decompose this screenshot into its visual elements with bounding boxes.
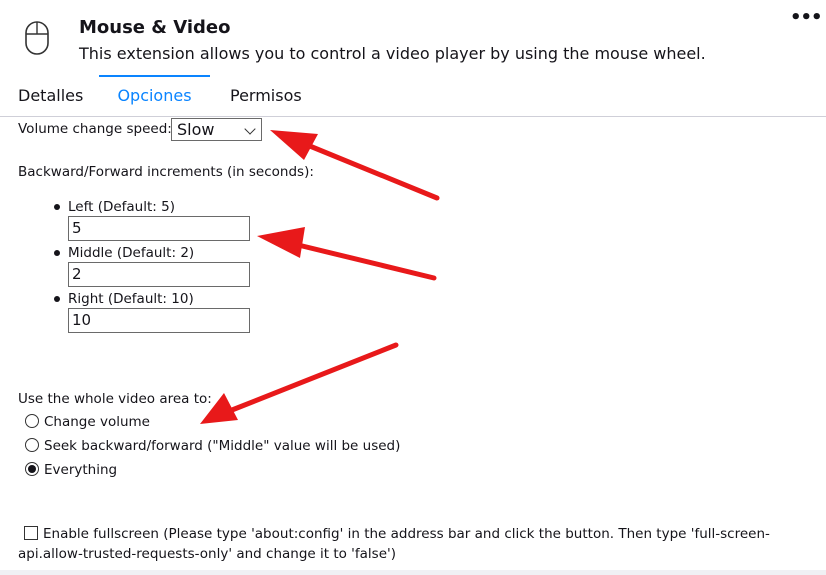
increment-right-label: Right (Default: 10) (68, 291, 194, 307)
radio-everything[interactable] (25, 462, 39, 476)
extension-description: This extension allows you to control a v… (79, 44, 706, 63)
increment-middle-label: Middle (Default: 2) (68, 245, 195, 261)
options-panel: Volume change speed: Slow Backward/Forwa… (0, 118, 826, 575)
radio-seek-label: Seek backward/forward ("Middle" value wi… (44, 438, 401, 454)
radio-seek[interactable] (25, 438, 39, 452)
increments-label: Backward/Forward increments (in seconds)… (18, 164, 314, 180)
bottom-bar (0, 570, 826, 575)
fullscreen-checkbox[interactable] (24, 526, 38, 540)
tab-options[interactable]: Opciones (99, 75, 210, 116)
extension-title: Mouse & Video (79, 17, 231, 38)
chevron-down-icon (244, 123, 256, 135)
radio-change-volume-label: Change volume (44, 414, 150, 430)
tab-permissions[interactable]: Permisos (230, 75, 302, 116)
bullet-icon (54, 296, 60, 302)
tab-details[interactable]: Detalles (18, 75, 83, 116)
radio-everything-label: Everything (44, 462, 118, 478)
extension-header: Mouse & Video This extension allows you … (0, 0, 826, 76)
volume-speed-select[interactable]: Slow (171, 118, 262, 141)
increment-middle-input[interactable]: 2 (68, 262, 250, 287)
volume-speed-value: Slow (177, 120, 215, 139)
tab-bar: Detalles Opciones Permisos (0, 75, 826, 117)
video-area-label: Use the whole video area to: (18, 391, 212, 407)
mouse-icon (25, 21, 49, 55)
bullet-icon (54, 204, 60, 210)
bullet-icon (54, 250, 60, 256)
fullscreen-label: Enable fullscreen (Please type 'about:co… (18, 526, 770, 562)
more-options-button[interactable]: ••• (790, 9, 823, 34)
increment-right-input[interactable]: 10 (68, 308, 250, 333)
radio-change-volume[interactable] (25, 414, 39, 428)
increment-left-label: Left (Default: 5) (68, 199, 175, 215)
increment-left-input[interactable]: 5 (68, 216, 250, 241)
volume-speed-label: Volume change speed: (18, 121, 172, 137)
